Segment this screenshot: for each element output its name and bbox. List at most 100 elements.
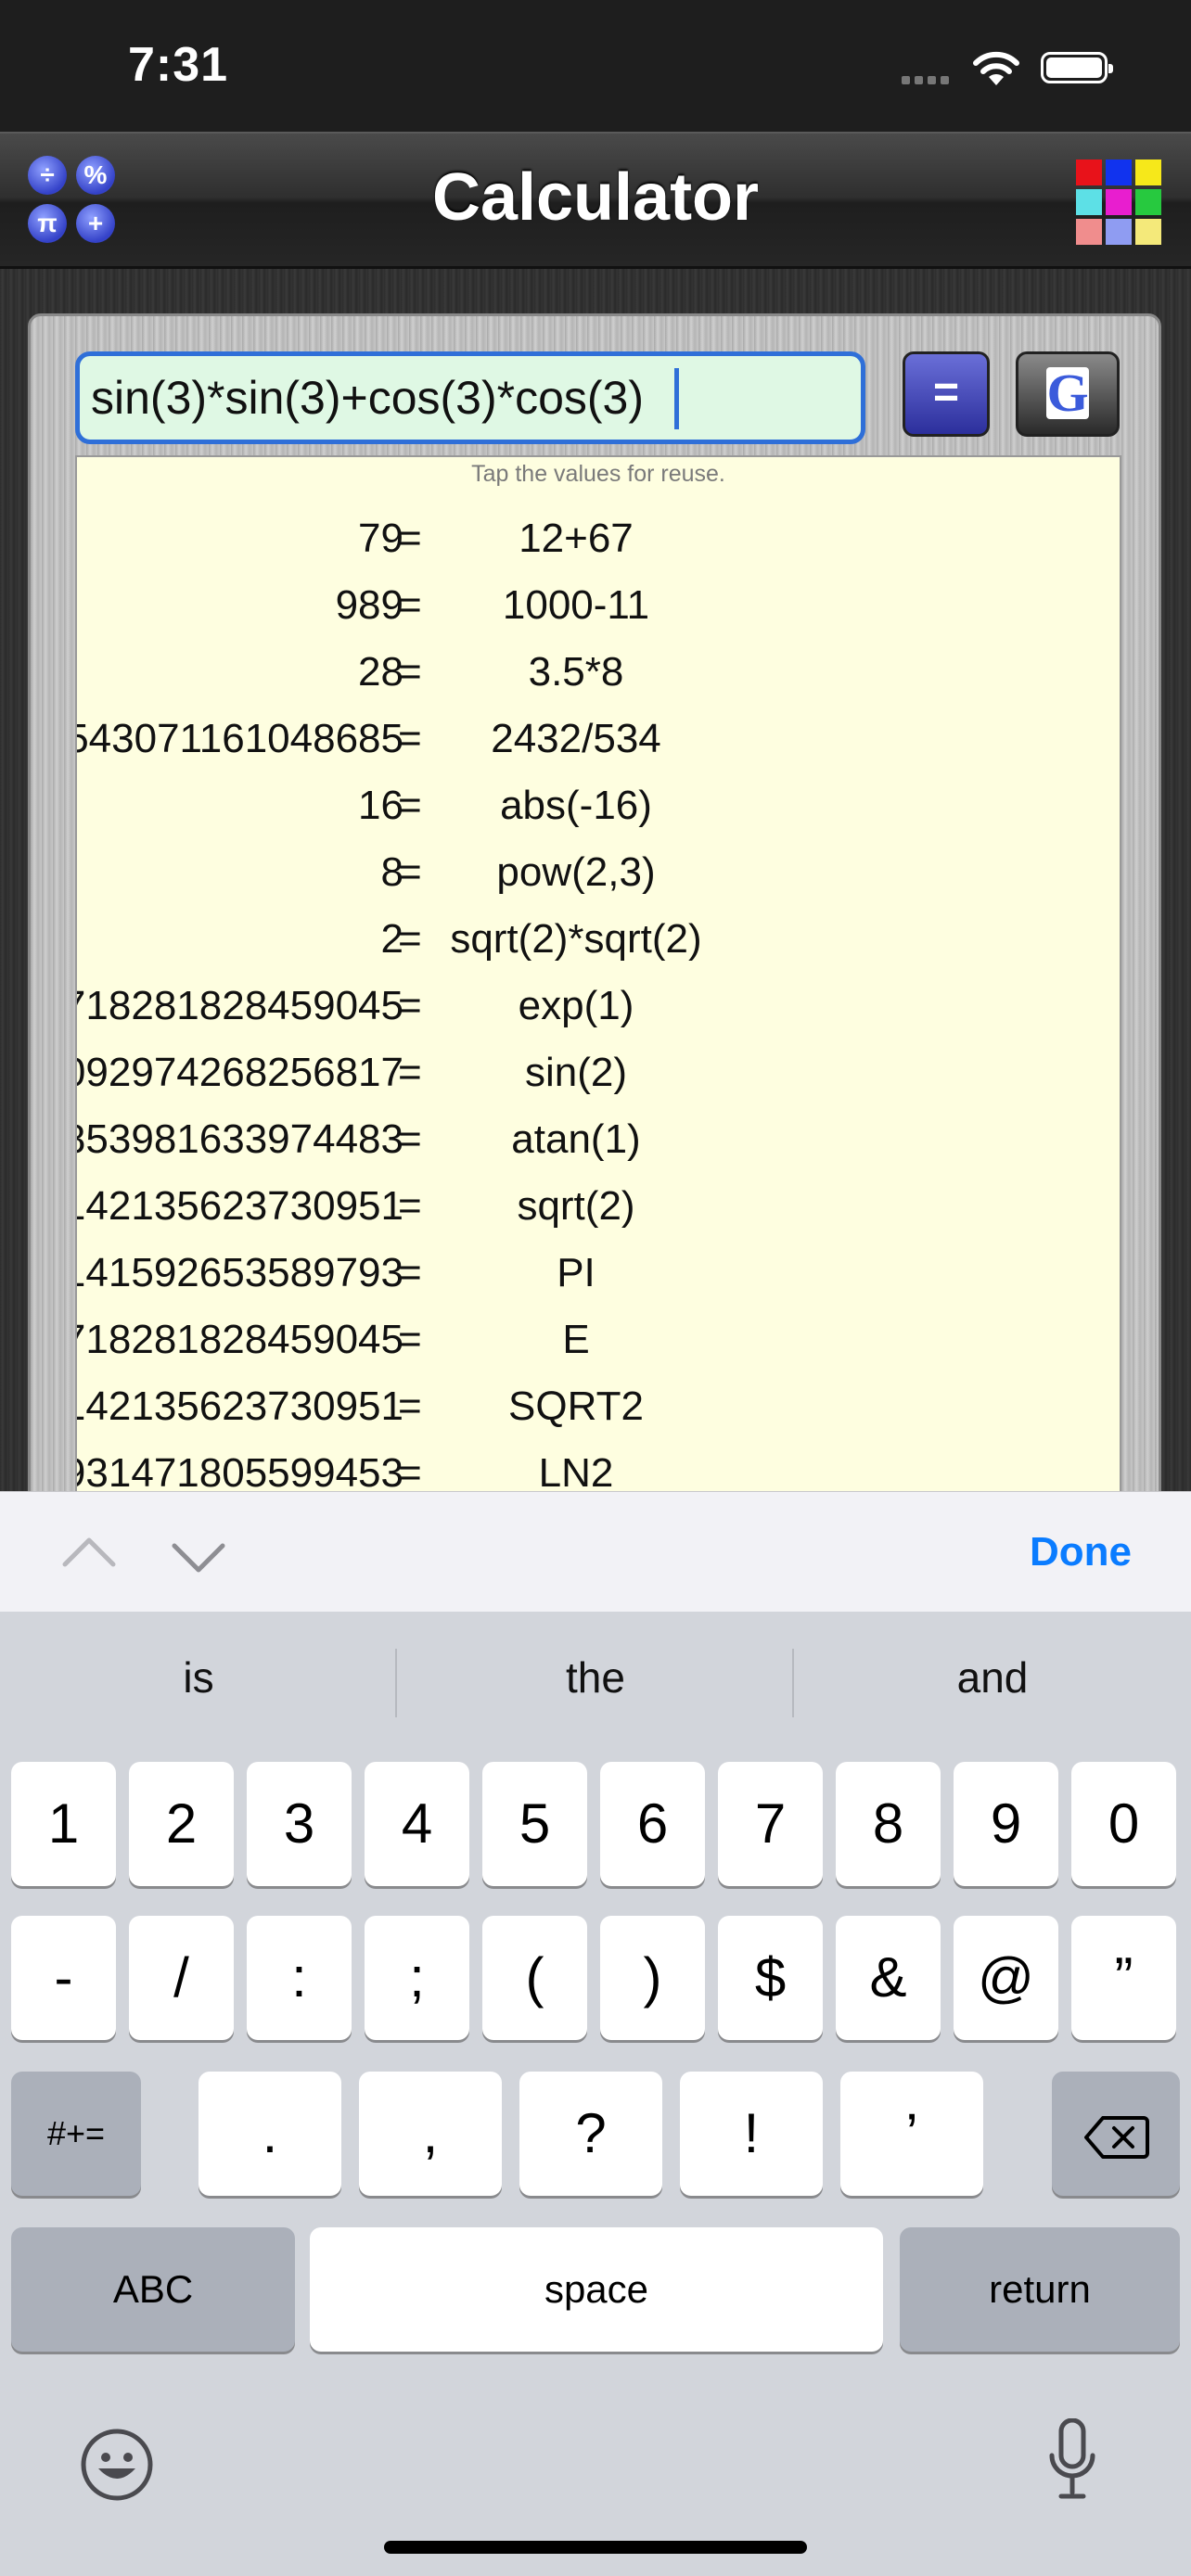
- abc-key[interactable]: ABC: [11, 2227, 295, 2352]
- key-dollar[interactable]: $: [718, 1916, 823, 2040]
- equals-sign: =: [398, 783, 422, 828]
- nav-bar: ÷ % π + Calculator: [0, 132, 1191, 269]
- key-quote[interactable]: ”: [1071, 1916, 1176, 2040]
- suggestion-is[interactable]: is: [0, 1652, 397, 1702]
- history-expression[interactable]: atan(1): [437, 1106, 715, 1173]
- return-key[interactable]: return: [900, 2227, 1180, 2352]
- grid-cell: [1135, 159, 1161, 185]
- history-value[interactable]: 16: [358, 772, 403, 839]
- equals-sign: =: [398, 1050, 422, 1095]
- key-5[interactable]: 6: [600, 1762, 705, 1886]
- history-expression[interactable]: 1000-11: [437, 572, 715, 639]
- history-row[interactable]: 4.5543071161048685= 2432/534: [77, 706, 1120, 772]
- google-icon: G: [1046, 363, 1089, 423]
- key-4[interactable]: 5: [482, 1762, 587, 1886]
- chevron-up-icon[interactable]: [61, 1527, 117, 1583]
- history-row[interactable]: 1.4142135623730951= SQRT2: [77, 1373, 1120, 1440]
- grid-cell: [1135, 189, 1161, 215]
- history-row[interactable]: 79 = 12+67: [77, 505, 1120, 572]
- color-grid-icon[interactable]: [1076, 159, 1161, 245]
- equals-sign: =: [398, 849, 422, 895]
- history-expression[interactable]: E: [437, 1307, 715, 1373]
- key-more-symbols[interactable]: #+=: [11, 2072, 141, 2196]
- key-8[interactable]: 9: [954, 1762, 1058, 1886]
- status-bar: 7:31: [0, 0, 1191, 132]
- key-6[interactable]: 7: [718, 1762, 823, 1886]
- equals-sign: =: [398, 582, 422, 628]
- history-value[interactable]: 4.5543071161048685: [77, 706, 403, 772]
- key-1[interactable]: 2: [129, 1762, 234, 1886]
- history-value[interactable]: 2.718281828459045: [77, 1307, 403, 1373]
- history-expression[interactable]: 3.5*8: [437, 639, 715, 706]
- done-button[interactable]: Done: [1030, 1529, 1132, 1575]
- key-colon[interactable]: :: [247, 1916, 352, 2040]
- history-value[interactable]: 79: [358, 505, 403, 572]
- delete-key[interactable]: [1052, 2072, 1180, 2196]
- history-value[interactable]: 0.7853981633974483: [77, 1106, 403, 1173]
- key-close-paren[interactable]: ): [600, 1916, 705, 2040]
- key-minus[interactable]: -: [11, 1916, 116, 2040]
- key-slash[interactable]: /: [129, 1916, 234, 2040]
- suggestion-and[interactable]: and: [794, 1652, 1191, 1702]
- text-caret: [674, 368, 679, 429]
- key-3[interactable]: 4: [365, 1762, 469, 1886]
- key-question[interactable]: ?: [519, 2072, 662, 2196]
- emoji-icon[interactable]: [80, 2428, 154, 2502]
- key-0[interactable]: 1: [11, 1762, 116, 1886]
- key-open-paren[interactable]: (: [482, 1916, 587, 2040]
- history-expression[interactable]: sqrt(2)*sqrt(2): [437, 906, 715, 973]
- suggestion-the[interactable]: the: [397, 1652, 794, 1702]
- history-expression[interactable]: sin(2): [437, 1039, 715, 1106]
- history-expression[interactable]: SQRT2: [437, 1373, 715, 1440]
- google-search-button[interactable]: G: [1016, 351, 1120, 437]
- history-expression[interactable]: exp(1): [437, 973, 715, 1039]
- history-row[interactable]: 1.4142135623730951= sqrt(2): [77, 1173, 1120, 1240]
- history-row[interactable]: 0.7853981633974483= atan(1): [77, 1106, 1120, 1173]
- history-expression[interactable]: PI: [437, 1240, 715, 1307]
- key-exclamation[interactable]: !: [680, 2072, 823, 2196]
- key-at[interactable]: @: [954, 1916, 1058, 2040]
- equals-sign: =: [398, 983, 422, 1028]
- history-row[interactable]: 0.9092974268256817= sin(2): [77, 1039, 1120, 1106]
- key-ampersand[interactable]: &: [836, 1916, 941, 2040]
- history-row[interactable]: 2,718281828459045= exp(1): [77, 973, 1120, 1039]
- history-value[interactable]: 28: [358, 639, 403, 706]
- key-2[interactable]: 3: [247, 1762, 352, 1886]
- history-row[interactable]: 16 = abs(-16): [77, 772, 1120, 839]
- key-semicolon[interactable]: ;: [365, 1916, 469, 2040]
- history-expression[interactable]: pow(2,3): [437, 839, 715, 906]
- suggestion-bar: is the and: [0, 1612, 1191, 1751]
- chevron-down-icon[interactable]: [171, 1527, 226, 1583]
- battery-icon: [1041, 52, 1113, 83]
- history-expression[interactable]: 2432/534: [437, 706, 715, 772]
- history-value[interactable]: 1.4142135623730951: [77, 1173, 403, 1240]
- history-expression[interactable]: 12+67: [437, 505, 715, 572]
- history-value[interactable]: 2,718281828459045: [77, 973, 403, 1039]
- history-value[interactable]: 1.4142135623730951: [77, 1373, 403, 1440]
- equals-button[interactable]: =: [903, 351, 990, 437]
- history-row[interactable]: 989 = 1000-11: [77, 572, 1120, 639]
- history-value[interactable]: 0.9092974268256817: [77, 1039, 403, 1106]
- key-9[interactable]: 0: [1071, 1762, 1176, 1886]
- key-period[interactable]: .: [198, 2072, 341, 2196]
- space-key[interactable]: space: [310, 2227, 883, 2352]
- key-apostrophe[interactable]: ’: [840, 2072, 983, 2196]
- key-comma[interactable]: ,: [359, 2072, 502, 2196]
- history-expression[interactable]: abs(-16): [437, 772, 715, 839]
- history-row[interactable]: 8 = pow(2,3): [77, 839, 1120, 906]
- history-row[interactable]: 2 = sqrt(2)*sqrt(2): [77, 906, 1120, 973]
- delete-icon: [1084, 2116, 1149, 2160]
- history-rows: 79=12+67989=1000-1128=3.5*84.55430711610…: [77, 505, 1120, 1507]
- history-value[interactable]: 3.141592653589793: [77, 1240, 403, 1307]
- history-list[interactable]: Tap the values for reuse. 79 = 12+67 989 = 10…: [75, 455, 1121, 1522]
- history-row[interactable]: 3.141592653589793= PI: [77, 1240, 1120, 1307]
- history-row[interactable]: 28 = 3.5*8: [77, 639, 1120, 706]
- equals-sign: =: [398, 1317, 422, 1362]
- expression-input[interactable]: [75, 351, 865, 444]
- history-value[interactable]: 989: [336, 572, 403, 639]
- equals-sign: =: [398, 716, 422, 761]
- history-row[interactable]: 2.718281828459045= E: [77, 1307, 1120, 1373]
- history-expression[interactable]: sqrt(2): [437, 1173, 715, 1240]
- key-7[interactable]: 8: [836, 1762, 941, 1886]
- microphone-icon[interactable]: [1046, 2417, 1098, 2502]
